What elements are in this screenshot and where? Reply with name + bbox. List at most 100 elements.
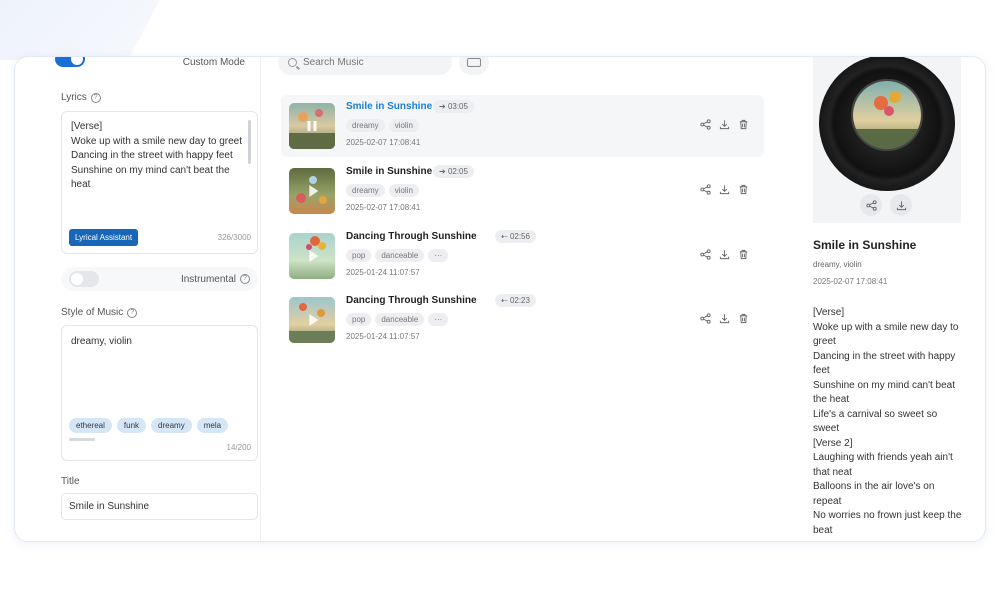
- chips-scrollbar[interactable]: [69, 438, 95, 441]
- download-icon[interactable]: [719, 119, 730, 130]
- instrumental-toggle[interactable]: [69, 271, 99, 287]
- duration-badge: ➔ 02:05: [433, 165, 474, 178]
- song-thumbnail[interactable]: [289, 103, 335, 149]
- song-tags: pop danceable ···: [346, 313, 449, 326]
- song-date: 2025-01-24 11:07:57: [346, 268, 420, 277]
- delete-icon[interactable]: [738, 249, 749, 260]
- tag: pop: [346, 249, 372, 262]
- now-playing-date: 2025-02-07 17:08:41: [813, 277, 888, 286]
- song-thumbnail[interactable]: [289, 297, 335, 343]
- download-icon: [896, 200, 906, 210]
- tag: pop: [346, 313, 372, 326]
- background-decoration: [0, 0, 160, 60]
- tag: violin: [388, 119, 419, 132]
- custom-mode-label: Custom Mode: [182, 56, 245, 68]
- cover-image: [851, 79, 923, 151]
- song-row[interactable]: Smile in Sunshine ➔ 03:05 dreamy violin …: [281, 95, 764, 157]
- info-icon[interactable]: ?: [240, 274, 250, 284]
- share-icon[interactable]: [700, 184, 711, 195]
- share-icon[interactable]: [700, 119, 711, 130]
- cover-actions: [860, 194, 912, 216]
- song-title[interactable]: Dancing Through Sunshine: [346, 231, 477, 242]
- search-icon: [288, 57, 297, 67]
- song-tags: dreamy violin: [346, 119, 419, 132]
- vinyl-record: [819, 57, 955, 191]
- song-row[interactable]: Smile in Sunshine ➔ 02:05 dreamy violin …: [281, 160, 764, 222]
- keyboard-button[interactable]: [459, 57, 489, 75]
- download-icon[interactable]: [719, 184, 730, 195]
- song-thumbnail[interactable]: [289, 233, 335, 279]
- lyrical-assistant-button[interactable]: Lyrical Assistant: [69, 229, 139, 246]
- song-tags: dreamy violin: [346, 184, 419, 197]
- delete-icon[interactable]: [738, 313, 749, 324]
- lyrics-char-count: 326/3000: [217, 233, 251, 242]
- instrumental-label: Instrumental: [180, 273, 236, 285]
- delete-icon[interactable]: [738, 184, 749, 195]
- tag: dreamy: [346, 119, 385, 132]
- delete-icon[interactable]: [738, 119, 749, 130]
- custom-mode-row: Custom Mode: [55, 56, 245, 69]
- search-input[interactable]: [303, 57, 433, 68]
- song-date: 2025-02-07 17:08:41: [346, 138, 421, 147]
- song-title[interactable]: Smile in Sunshine: [346, 101, 432, 112]
- more-tags[interactable]: ···: [428, 249, 449, 262]
- share-icon[interactable]: [700, 313, 711, 324]
- duration-badge: ⇠ 02:23: [495, 294, 536, 307]
- song-thumbnail[interactable]: [289, 168, 335, 214]
- lyrics-label: Lyrics ?: [61, 92, 101, 103]
- song-title[interactable]: Dancing Through Sunshine: [346, 295, 477, 306]
- lyrics-scrollbar[interactable]: [248, 120, 251, 164]
- info-icon[interactable]: ?: [127, 307, 138, 318]
- song-title[interactable]: Smile in Sunshine: [346, 166, 432, 177]
- style-chip[interactable]: mela: [196, 418, 229, 433]
- cover-area: [813, 57, 961, 223]
- tag: danceable: [375, 313, 425, 326]
- more-tags[interactable]: ···: [428, 313, 449, 326]
- style-chip[interactable]: funk: [116, 418, 147, 433]
- song-row[interactable]: Dancing Through Sunshine ⇠ 02:56 pop dan…: [281, 225, 764, 287]
- style-chip[interactable]: ethereal: [69, 418, 112, 433]
- style-label: Style of Music ?: [61, 307, 138, 318]
- music-app: Custom Mode Lyrics ? [Verse] Woke up wit…: [14, 56, 986, 542]
- play-icon[interactable]: [309, 314, 319, 326]
- song-date: 2025-02-07 17:08:41: [346, 203, 421, 212]
- song-list-panel: Smile in Sunshine ➔ 03:05 dreamy violin …: [278, 57, 798, 541]
- now-playing-title: Smile in Sunshine: [813, 238, 917, 252]
- title-label: Title: [61, 476, 80, 487]
- download-button[interactable]: [890, 194, 912, 216]
- play-icon[interactable]: [309, 185, 319, 197]
- song-tags: pop danceable ···: [346, 249, 449, 262]
- tag: danceable: [375, 249, 425, 262]
- custom-mode-toggle[interactable]: [55, 57, 85, 67]
- style-suggestions: ethereal funk dreamy mela: [69, 418, 241, 433]
- info-icon[interactable]: ?: [90, 92, 101, 103]
- style-text[interactable]: dreamy, violin: [71, 336, 248, 347]
- tag: violin: [388, 184, 419, 197]
- song-row[interactable]: Dancing Through Sunshine ⇠ 02:23 pop dan…: [281, 289, 764, 351]
- tag: dreamy: [346, 184, 385, 197]
- pause-icon[interactable]: [307, 121, 317, 131]
- now-playing-panel: Smile in Sunshine dreamy, violin 2025-02…: [813, 57, 973, 541]
- share-button[interactable]: [860, 194, 882, 216]
- duration-badge: ⇠ 02:56: [495, 230, 536, 243]
- song-date: 2025-01-24 11:07:57: [346, 332, 420, 341]
- now-playing-lyrics: [Verse] Woke up with a smile new day to …: [813, 307, 962, 536]
- download-icon[interactable]: [719, 313, 730, 324]
- title-input[interactable]: [61, 493, 258, 520]
- style-chip[interactable]: dreamy: [151, 418, 192, 433]
- duration-badge: ➔ 03:05: [433, 100, 474, 113]
- song-actions: [700, 313, 749, 324]
- share-icon[interactable]: [700, 249, 711, 260]
- style-textarea[interactable]: dreamy, violin ethereal funk dreamy mela…: [61, 325, 258, 461]
- search-box[interactable]: [278, 57, 452, 75]
- song-actions: [700, 184, 749, 195]
- download-icon[interactable]: [719, 249, 730, 260]
- song-actions: [700, 119, 749, 130]
- keyboard-icon: [467, 57, 481, 67]
- lyrics-textarea[interactable]: [Verse] Woke up with a smile new day to …: [61, 111, 258, 254]
- song-actions: [700, 249, 749, 260]
- share-icon: [865, 199, 877, 211]
- play-icon[interactable]: [309, 250, 319, 262]
- lyrics-text[interactable]: [Verse] Woke up with a smile new day to …: [71, 120, 243, 220]
- style-char-count: 14/200: [226, 443, 251, 452]
